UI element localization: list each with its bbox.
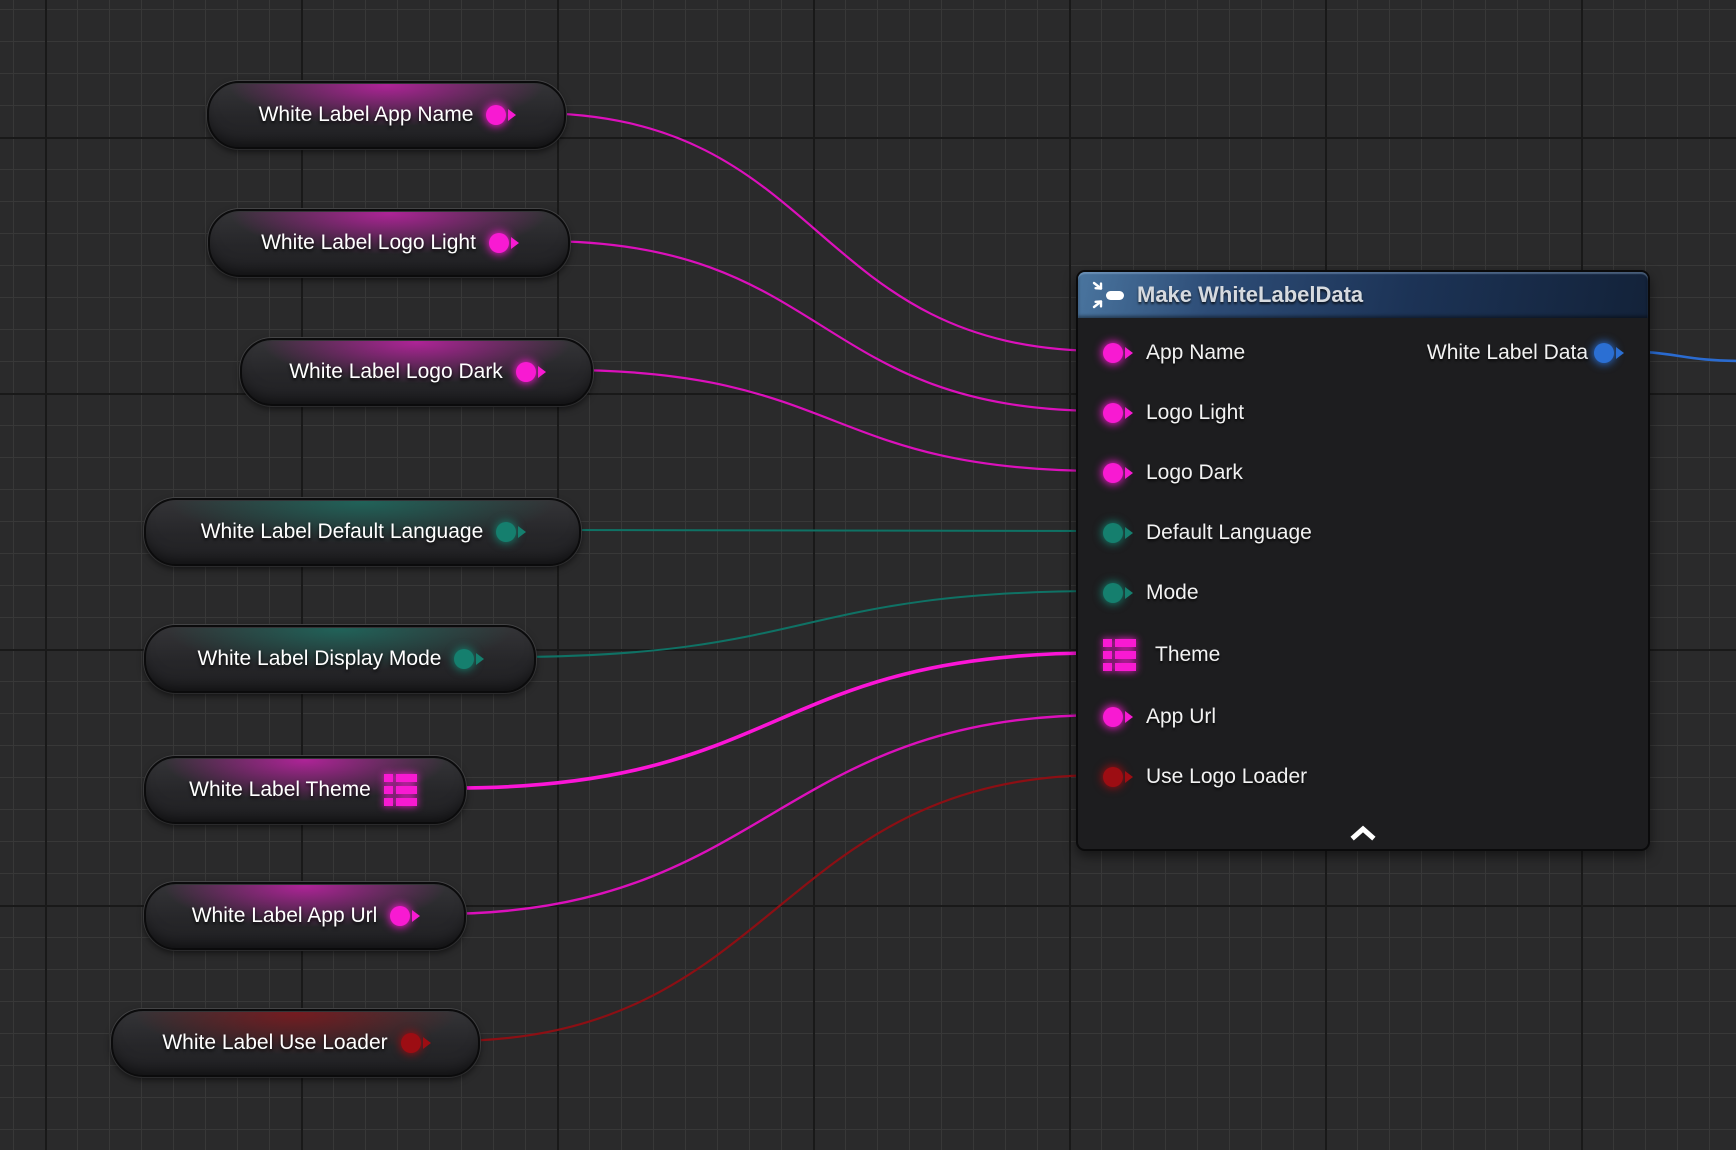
node-label: White Label Display Mode [198, 647, 442, 671]
wire-logo-light[interactable] [540, 241, 1104, 411]
struct-grid-icon[interactable] [384, 774, 417, 806]
output-pin[interactable] [489, 233, 509, 253]
output-pin-label: White Label Data [1427, 341, 1588, 365]
output-pin[interactable] [401, 1033, 421, 1053]
node-label: White Label Default Language [201, 520, 484, 544]
input-pin-default-language[interactable] [1103, 523, 1123, 543]
blueprint-graph-canvas[interactable]: White Label App Name White Label Logo Li… [0, 0, 1736, 1150]
node-white-label-app-url[interactable]: White Label App Url [144, 882, 466, 950]
node-white-label-display-mode[interactable]: White Label Display Mode [144, 625, 536, 693]
node-white-label-logo-dark[interactable]: White Label Logo Dark [240, 338, 593, 406]
input-pin-use-logo-loader[interactable] [1103, 767, 1123, 787]
output-row-white-label-data: White Label Data [1427, 341, 1622, 365]
node-label: White Label Theme [189, 778, 371, 802]
output-pin[interactable] [516, 362, 536, 382]
node-label: White Label Logo Light [261, 231, 476, 255]
node-white-label-app-name[interactable]: White Label App Name [207, 81, 566, 149]
input-pin-logo-dark[interactable] [1103, 463, 1123, 483]
node-label: White Label App Name [259, 103, 474, 127]
input-pin-app-url[interactable] [1103, 707, 1123, 727]
input-pin-label: App Name [1146, 341, 1245, 365]
wire-display-mode[interactable] [505, 591, 1104, 657]
input-pin-label: Default Language [1146, 521, 1312, 545]
node-white-label-default-language[interactable]: White Label Default Language [144, 498, 581, 566]
wire-logo-dark[interactable] [563, 370, 1104, 471]
input-row-mode: Mode [1103, 581, 1199, 605]
output-pin-white-label-data[interactable] [1594, 343, 1614, 363]
node-white-label-logo-light[interactable]: White Label Logo Light [208, 209, 570, 277]
input-row-logo-light: Logo Light [1103, 401, 1244, 425]
node-white-label-theme[interactable]: White Label Theme [144, 756, 466, 824]
make-node-title: Make WhiteLabelData [1137, 282, 1363, 308]
wire-app-name[interactable] [532, 113, 1104, 351]
wire-theme[interactable] [455, 653, 1098, 788]
make-struct-icon [1092, 281, 1126, 309]
chevron-up-icon [1350, 825, 1376, 841]
output-pin[interactable] [496, 522, 516, 542]
output-pin[interactable] [390, 906, 410, 926]
input-pin-app-name[interactable] [1103, 343, 1123, 363]
collapse-chevron-button[interactable] [1346, 822, 1380, 844]
make-node-header[interactable]: Make WhiteLabelData [1078, 272, 1648, 318]
input-pin-mode[interactable] [1103, 583, 1123, 603]
input-pin-label: Theme [1155, 643, 1220, 667]
input-row-theme: Theme [1103, 639, 1220, 671]
input-row-logo-dark: Logo Dark [1103, 461, 1243, 485]
input-pin-label: Logo Light [1146, 401, 1244, 425]
input-pin-label: Logo Dark [1146, 461, 1243, 485]
node-label: White Label Use Loader [162, 1031, 387, 1055]
input-pin-label: App Url [1146, 705, 1216, 729]
struct-grid-icon[interactable] [1103, 639, 1136, 671]
input-row-app-url: App Url [1103, 705, 1216, 729]
wire-default-language[interactable] [552, 530, 1104, 531]
node-white-label-use-loader[interactable]: White Label Use Loader [111, 1009, 480, 1077]
input-pin-label: Use Logo Loader [1146, 765, 1307, 789]
input-row-app-name: App Name [1103, 341, 1245, 365]
input-row-use-logo-loader: Use Logo Loader [1103, 765, 1307, 789]
wire-app-url[interactable] [438, 715, 1104, 914]
wire-use-loader[interactable] [450, 775, 1104, 1041]
node-make-whitelabeldata[interactable]: Make WhiteLabelData App Name Logo Light … [1076, 270, 1650, 851]
input-pin-label: Mode [1146, 581, 1199, 605]
output-pin[interactable] [454, 649, 474, 669]
input-row-default-language: Default Language [1103, 521, 1312, 545]
input-pin-logo-light[interactable] [1103, 403, 1123, 423]
output-pin[interactable] [486, 105, 506, 125]
node-label: White Label Logo Dark [289, 360, 503, 384]
node-label: White Label App Url [192, 904, 378, 928]
